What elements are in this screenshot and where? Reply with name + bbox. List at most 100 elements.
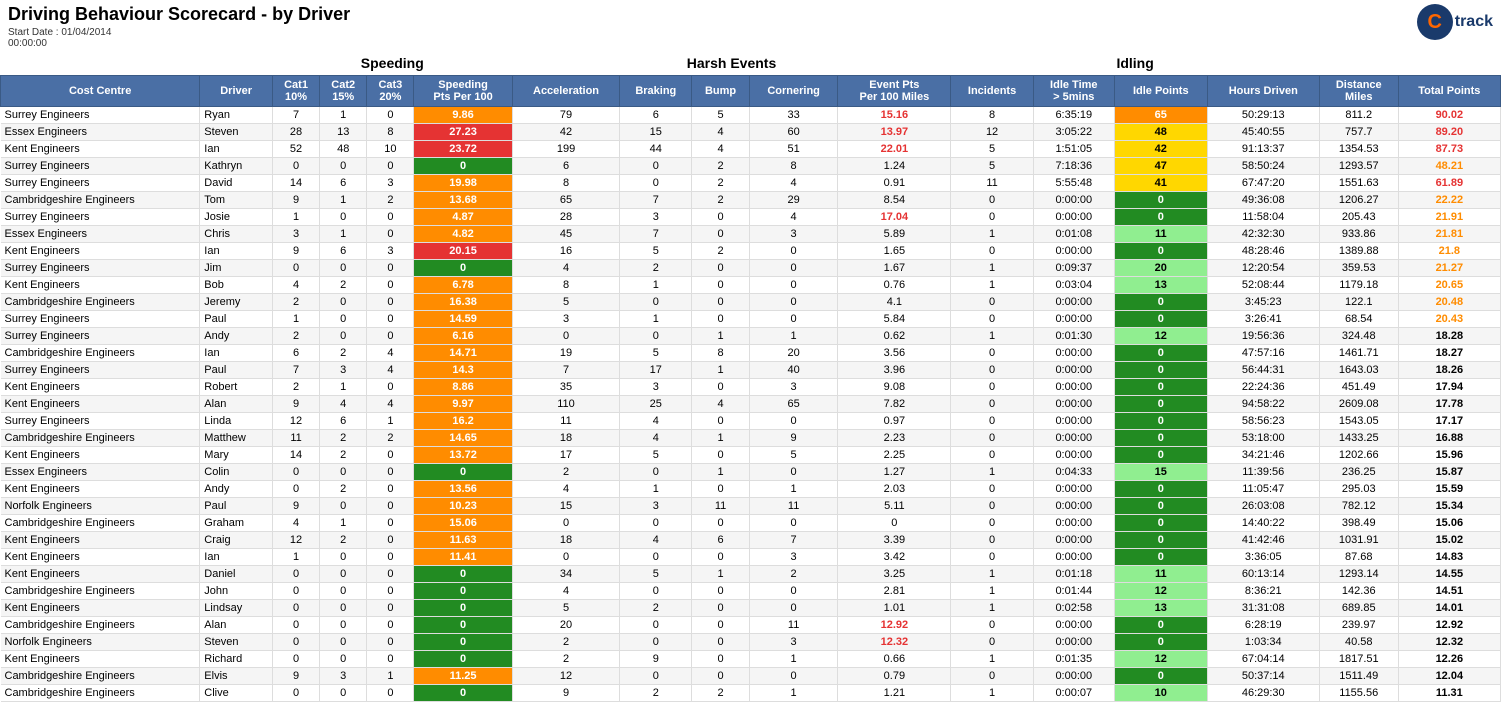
cell-cost-centre: Surrey Engineers [1, 328, 200, 345]
cell-cat1: 7 [272, 362, 319, 379]
cell-cat1: 0 [272, 158, 319, 175]
cell-idle-pts: 0 [1114, 634, 1207, 651]
cell-event-pts: 0.97 [838, 413, 951, 430]
table-row: Norfolk Engineers Paul 9 0 0 10.23 15 3 … [1, 498, 1501, 515]
cell-event-pts: 3.42 [838, 549, 951, 566]
cell-cost-centre: Kent Engineers [1, 396, 200, 413]
cell-event-pts: 2.81 [838, 583, 951, 600]
cell-cost-centre: Surrey Engineers [1, 175, 200, 192]
cell-cornering: 3 [749, 634, 837, 651]
cell-distance: 451.49 [1319, 379, 1398, 396]
cell-bump: 5 [692, 107, 750, 124]
cell-braking: 15 [620, 124, 692, 141]
cell-cat2: 3 [320, 668, 367, 685]
cell-braking: 5 [620, 447, 692, 464]
cell-speed-pts: 0 [414, 600, 512, 617]
cell-cost-centre: Cambridgeshire Engineers [1, 430, 200, 447]
cell-driver: Jeremy [200, 294, 273, 311]
cell-idle-pts: 0 [1114, 396, 1207, 413]
cell-distance: 295.03 [1319, 481, 1398, 498]
cell-distance: 1354.53 [1319, 141, 1398, 158]
cell-cost-centre: Surrey Engineers [1, 311, 200, 328]
cell-speed-pts: 27.23 [414, 124, 512, 141]
cell-idle-pts: 0 [1114, 447, 1207, 464]
cell-idle-pts: 20 [1114, 260, 1207, 277]
cell-idle-pts: 0 [1114, 515, 1207, 532]
cell-cat1: 7 [272, 107, 319, 124]
cell-idle-pts: 0 [1114, 668, 1207, 685]
cell-idle-pts: 13 [1114, 600, 1207, 617]
cell-cost-centre: Kent Engineers [1, 549, 200, 566]
cell-speed-pts: 0 [414, 617, 512, 634]
cell-driver: Linda [200, 413, 273, 430]
col-braking: Braking [620, 76, 692, 107]
cell-braking: 1 [620, 277, 692, 294]
cell-distance: 1643.03 [1319, 362, 1398, 379]
cell-driver: Steven [200, 124, 273, 141]
cell-incidents: 0 [951, 362, 1033, 379]
cell-event-pts: 3.96 [838, 362, 951, 379]
cell-accel: 6 [512, 158, 620, 175]
cell-bump: 11 [692, 498, 750, 515]
cell-braking: 1 [620, 481, 692, 498]
table-row: Kent Engineers Bob 4 2 0 6.78 8 1 0 0 0.… [1, 277, 1501, 294]
table-row: Norfolk Engineers Steven 0 0 0 0 2 0 0 3… [1, 634, 1501, 651]
cell-idle-time: 0:01:35 [1033, 651, 1114, 668]
cell-cat1: 52 [272, 141, 319, 158]
cell-hours: 50:37:14 [1207, 668, 1319, 685]
cell-accel: 0 [512, 515, 620, 532]
cell-idle-time: 0:00:00 [1033, 481, 1114, 498]
cell-cat3: 0 [367, 294, 414, 311]
cell-idle-time: 0:00:00 [1033, 617, 1114, 634]
cell-event-pts: 15.16 [838, 107, 951, 124]
cell-bump: 0 [692, 515, 750, 532]
cell-driver: Ryan [200, 107, 273, 124]
cell-cost-centre: Cambridgeshire Engineers [1, 345, 200, 362]
cell-total: 21.8 [1398, 243, 1500, 260]
cell-distance: 122.1 [1319, 294, 1398, 311]
table-row: Cambridgeshire Engineers Jeremy 2 0 0 16… [1, 294, 1501, 311]
cell-braking: 0 [620, 515, 692, 532]
cell-idle-time: 0:00:00 [1033, 532, 1114, 549]
cell-idle-pts: 15 [1114, 464, 1207, 481]
cell-cost-centre: Surrey Engineers [1, 413, 200, 430]
cell-braking: 0 [620, 175, 692, 192]
cell-hours: 19:56:36 [1207, 328, 1319, 345]
cell-bump: 0 [692, 277, 750, 294]
cell-hours: 14:40:22 [1207, 515, 1319, 532]
cell-braking: 3 [620, 209, 692, 226]
cell-idle-time: 0:00:00 [1033, 447, 1114, 464]
cell-cornering: 9 [749, 430, 837, 447]
cell-cat3: 0 [367, 328, 414, 345]
cell-cost-centre: Surrey Engineers [1, 362, 200, 379]
table-row: Surrey Engineers Josie 1 0 0 4.87 28 3 0… [1, 209, 1501, 226]
cell-cat2: 1 [320, 515, 367, 532]
cell-cat3: 0 [367, 600, 414, 617]
cell-cost-centre: Essex Engineers [1, 464, 200, 481]
table-row: Kent Engineers Robert 2 1 0 8.86 35 3 0 … [1, 379, 1501, 396]
cell-total: 15.34 [1398, 498, 1500, 515]
cell-cat1: 9 [272, 668, 319, 685]
cell-distance: 324.48 [1319, 328, 1398, 345]
cell-driver: Matthew [200, 430, 273, 447]
date-info: Start Date : 01/04/2014 00:00:00 [8, 27, 350, 49]
cell-distance: 359.53 [1319, 260, 1398, 277]
cell-cost-centre: Kent Engineers [1, 481, 200, 498]
cell-idle-pts: 0 [1114, 413, 1207, 430]
cell-braking: 5 [620, 566, 692, 583]
cell-incidents: 8 [951, 107, 1033, 124]
cell-cornering: 60 [749, 124, 837, 141]
cell-incidents: 0 [951, 396, 1033, 413]
cell-incidents: 1 [951, 328, 1033, 345]
cell-accel: 15 [512, 498, 620, 515]
cell-accel: 110 [512, 396, 620, 413]
cell-cat2: 0 [320, 209, 367, 226]
cell-idle-time: 0:00:00 [1033, 209, 1114, 226]
cell-cat2: 0 [320, 311, 367, 328]
cell-driver: Craig [200, 532, 273, 549]
cell-hours: 3:26:41 [1207, 311, 1319, 328]
section-end [1319, 51, 1500, 76]
cell-idle-pts: 0 [1114, 243, 1207, 260]
cell-cornering: 51 [749, 141, 837, 158]
cell-event-pts: 2.23 [838, 430, 951, 447]
